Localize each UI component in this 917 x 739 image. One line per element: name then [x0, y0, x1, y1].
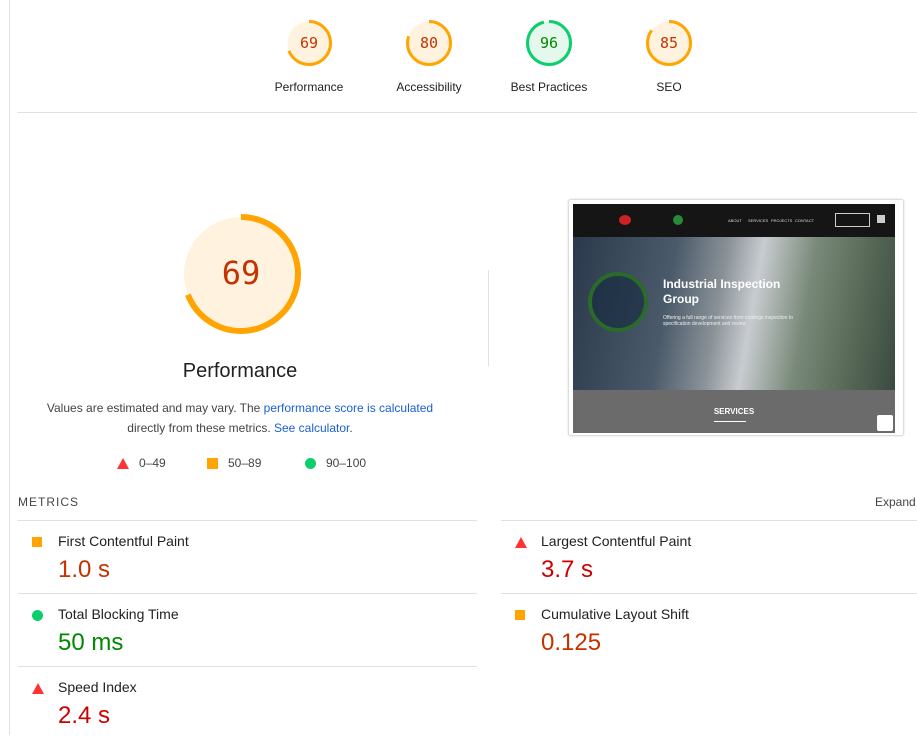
expand-view-toggle[interactable]: Expand view [875, 495, 917, 509]
gauge-accessibility[interactable]: 80 Accessibility [369, 18, 489, 94]
triangle-icon [32, 683, 44, 694]
site-services: SERVICES [573, 390, 895, 433]
svg-text:69: 69 [222, 254, 261, 292]
svg-text:85: 85 [660, 34, 678, 52]
final-screenshot[interactable]: ABOUT SERVICES PROJECTS CONTACT Industri… [568, 199, 904, 436]
legend-pass: 90–100 [305, 456, 366, 470]
gauge-ring-icon: 69 [286, 20, 332, 66]
site-hero: Industrial Inspection Group Offering a f… [573, 237, 895, 390]
divider [488, 270, 489, 366]
performance-description: Values are estimated and may vary. The p… [46, 401, 434, 435]
square-icon [515, 610, 525, 620]
svg-text:69: 69 [300, 34, 318, 52]
metric-fcp: First Contentful Paint 1.0 s [18, 520, 477, 593]
gauge-label: SEO [656, 80, 682, 94]
svg-text:96: 96 [540, 34, 558, 52]
gauge-label: Performance [274, 80, 344, 94]
square-icon [32, 537, 42, 547]
metric-tbt: Total Blocking Time 50 ms [18, 593, 477, 666]
gauge-ring-icon: 80 [406, 20, 452, 66]
gauge-label: Accessibility [396, 80, 462, 94]
left-border [9, 0, 10, 735]
gauge-seo[interactable]: 85 SEO [609, 18, 729, 94]
page-screenshot-image: ABOUT SERVICES PROJECTS CONTACT Industri… [573, 204, 895, 433]
legend-average: 50–89 [207, 456, 261, 470]
legend-fail: 0–49 [117, 456, 166, 470]
gauge-best-practices[interactable]: 96 Best Practices [489, 18, 609, 94]
metrics-header: METRICS [18, 495, 79, 509]
performance-title: Performance [182, 360, 298, 382]
gauge-ring-icon: 85 [646, 20, 692, 66]
gauge-ring-icon: 96 [526, 20, 572, 66]
square-icon [207, 457, 218, 469]
circle-icon [32, 610, 43, 621]
gauge-label: Best Practices [510, 80, 588, 94]
metric-lcp: Largest Contentful Paint 3.7 s [501, 520, 917, 593]
triangle-icon [117, 457, 129, 469]
gauge-performance[interactable]: 69 Performance [249, 18, 369, 94]
circle-icon [305, 457, 316, 469]
score-calculated-link[interactable]: performance score is calculated [264, 401, 433, 415]
svg-text:80: 80 [420, 34, 438, 52]
site-nav: ABOUT SERVICES PROJECTS CONTACT [573, 204, 895, 237]
see-calculator-link[interactable]: See calculator [274, 421, 349, 435]
metric-speed-index: Speed Index 2.4 s [18, 666, 477, 739]
triangle-icon [515, 537, 527, 548]
score-gauges: 69 Performance 80 Accessibility 96 Best … [18, 0, 917, 113]
performance-gauge-large: 69 [181, 214, 301, 334]
metric-cls: Cumulative Layout Shift 0.125 [501, 593, 917, 666]
